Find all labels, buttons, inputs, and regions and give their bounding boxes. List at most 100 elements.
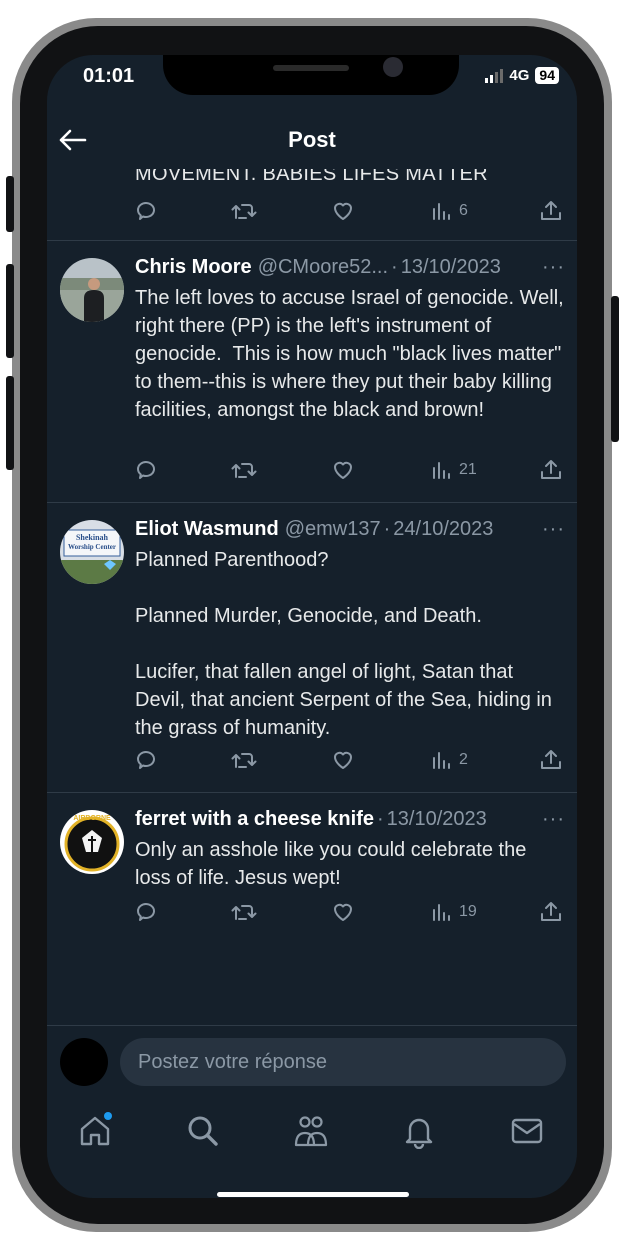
views-button[interactable]: 21 [431, 456, 477, 484]
reply-input[interactable] [120, 1038, 566, 1086]
share-icon [541, 902, 561, 921]
notification-dot [104, 1112, 112, 1120]
avatar-sign-line-2: Worship Center [68, 543, 116, 551]
like-icon [334, 202, 352, 220]
share-button[interactable] [539, 197, 563, 225]
power-button [611, 296, 619, 442]
share-button[interactable] [539, 746, 563, 774]
more-options-icon[interactable]: ··· [542, 808, 565, 831]
signal-icon [485, 68, 504, 83]
screen: 01:01 4G 94 MOVEMENT. BABIES LIFES MATTE… [47, 55, 577, 1198]
tab-messages[interactable] [509, 1113, 549, 1153]
tab-search[interactable] [185, 1113, 225, 1153]
search-icon [188, 1116, 218, 1146]
avatar-sign-line-1: Shekinah [76, 533, 109, 542]
like-button[interactable] [331, 746, 355, 774]
views-count: 19 [459, 903, 477, 920]
tweet-date[interactable]: 24/10/2023 [393, 518, 493, 541]
retweet-icon [231, 905, 257, 920]
like-icon [334, 461, 352, 479]
status-time: 01:01 [83, 65, 135, 87]
envelope-icon [511, 1118, 543, 1144]
avatar-badge-text: AIRBORNE [73, 815, 111, 822]
tweet-text: The left loves to accuse Israel of genoc… [135, 287, 570, 421]
tweet[interactable]: AIRBORNE ferret with a cheese knife · 13… [47, 794, 577, 934]
tweet-actions: 2 [135, 746, 565, 774]
home-indicator[interactable] [217, 1192, 409, 1197]
avatar[interactable]: AIRBORNE [60, 810, 124, 874]
divider [47, 502, 577, 503]
avatar[interactable]: Shekinah Worship Center [60, 520, 124, 584]
tweet-date[interactable]: 13/10/2023 [401, 256, 501, 279]
display-name[interactable]: Eliot Wasmund [135, 518, 279, 541]
display-name[interactable]: Chris Moore [135, 256, 252, 279]
avatar[interactable] [60, 258, 124, 322]
divider [47, 792, 577, 793]
retweet-button[interactable] [231, 898, 257, 926]
reply-button[interactable] [135, 197, 159, 225]
user-handle[interactable]: @emw137 [285, 518, 381, 541]
reply-icon [137, 461, 155, 479]
share-button[interactable] [539, 898, 563, 926]
like-button[interactable] [331, 197, 355, 225]
like-button[interactable] [331, 898, 355, 926]
tab-home[interactable] [77, 1112, 117, 1153]
user-handle[interactable]: @CMoore52... [258, 256, 388, 279]
like-button[interactable] [331, 456, 355, 484]
share-icon [541, 201, 561, 220]
share-icon [541, 460, 561, 479]
tweet-text: Only an asshole like you could celebrate… [135, 839, 532, 889]
volume-down-button [6, 376, 14, 470]
like-icon [334, 751, 352, 769]
tab-communities[interactable] [293, 1113, 333, 1153]
separator: · [383, 518, 391, 540]
bottom-tab-bar [47, 1105, 577, 1165]
camera [383, 57, 403, 77]
volume-up-button [6, 264, 14, 358]
speaker [273, 65, 349, 71]
tweet-actions: 21 [135, 456, 565, 484]
communities-icon [294, 1116, 328, 1147]
reply-button[interactable] [135, 746, 159, 774]
views-button[interactable]: 6 [431, 197, 468, 225]
share-icon [541, 750, 561, 769]
mute-switch [6, 176, 14, 232]
separator: · [391, 256, 398, 278]
reply-button[interactable] [135, 456, 159, 484]
reply-icon [137, 202, 155, 220]
share-button[interactable] [539, 456, 563, 484]
views-button[interactable]: 19 [431, 898, 477, 926]
retweet-icon [231, 753, 257, 768]
retweet-button[interactable] [231, 197, 257, 225]
header: Post [47, 99, 577, 181]
views-button[interactable]: 2 [431, 746, 468, 774]
views-count: 21 [459, 461, 477, 478]
bell-icon [405, 1118, 433, 1150]
reply-button[interactable] [135, 898, 159, 926]
tweet[interactable]: Chris Moore @CMoore52... · 13/10/2023 ··… [47, 242, 577, 501]
status-indicators: 4G 94 [485, 67, 559, 84]
retweet-button[interactable] [231, 746, 257, 774]
separator: · [376, 808, 384, 830]
more-options-icon[interactable]: ··· [542, 518, 565, 541]
views-icon [433, 752, 450, 769]
reply-icon [137, 903, 155, 921]
views-icon [433, 462, 450, 479]
tweet-header: ferret with a cheese knife · 13/10/2023 [135, 808, 565, 831]
like-icon [334, 903, 352, 921]
divider [47, 240, 577, 241]
tweet-date[interactable]: 13/10/2023 [387, 808, 487, 831]
network-label: 4G [509, 67, 530, 84]
own-avatar [60, 1038, 108, 1086]
more-options-icon[interactable]: ··· [542, 256, 565, 279]
views-count: 2 [459, 751, 468, 768]
retweet-icon [231, 463, 257, 478]
previous-tweet-actions: 6 [135, 197, 565, 225]
reply-icon [137, 751, 155, 769]
tweet[interactable]: Shekinah Worship Center Eliot Wasmund @e… [47, 504, 577, 791]
display-name[interactable]: ferret with a cheese knife [135, 808, 374, 831]
retweet-icon [231, 204, 257, 219]
notch [163, 55, 459, 95]
retweet-button[interactable] [231, 456, 257, 484]
tab-notifications[interactable] [401, 1113, 441, 1153]
